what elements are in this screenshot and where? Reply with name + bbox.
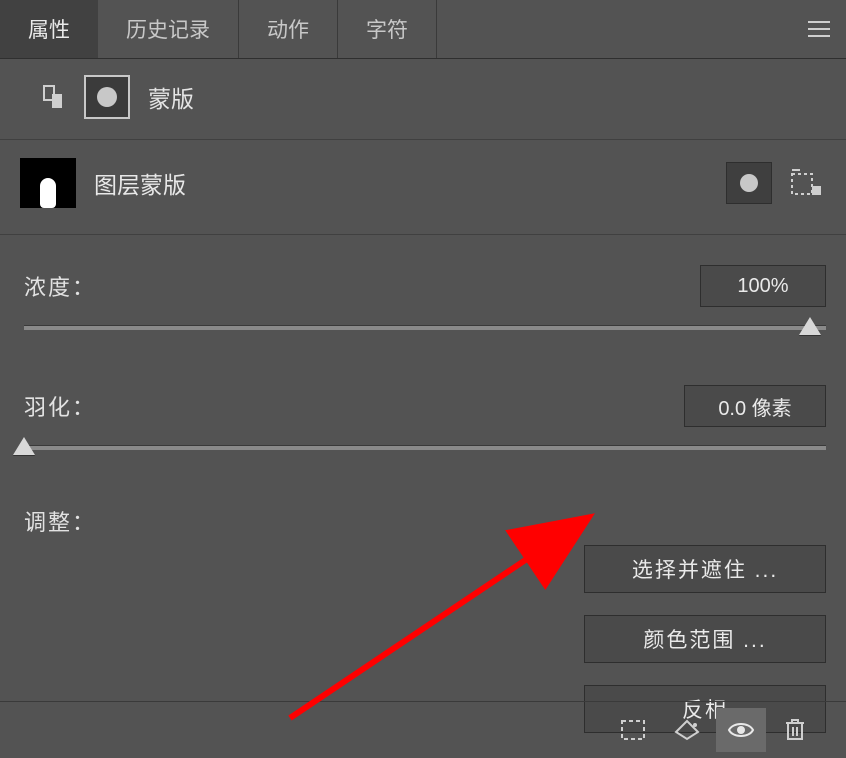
layer-mask-row: 图层蒙版 — [0, 140, 846, 235]
delete-mask-button[interactable] — [770, 708, 820, 752]
tab-actions[interactable]: 动作 — [239, 0, 338, 58]
feather-slider-thumb[interactable] — [13, 437, 35, 455]
mask-shape-icon — [40, 178, 56, 208]
feather-slider[interactable] — [24, 435, 826, 461]
density-value[interactable]: 100% — [700, 265, 826, 307]
vector-mask-icon — [790, 168, 822, 198]
mask-type-header: 蒙版 — [0, 59, 846, 140]
properties-panel: 属性 历史记录 动作 字符 蒙版 图层蒙版 — [0, 0, 846, 758]
toggle-mask-visibility-button[interactable] — [716, 708, 766, 752]
layer-mask-thumbnail[interactable] — [20, 158, 76, 208]
color-range-button[interactable]: 颜色范围 ... — [584, 615, 826, 663]
apply-mask-button[interactable] — [662, 708, 712, 752]
mask-dot-icon — [97, 87, 117, 107]
selection-icon — [621, 720, 645, 740]
tab-properties[interactable]: 属性 — [0, 0, 98, 58]
feather-row: 羽化： 0.0 像素 — [24, 385, 826, 427]
mask-thumb-toggle[interactable] — [84, 75, 130, 119]
tab-history[interactable]: 历史记录 — [98, 0, 239, 58]
trash-icon — [784, 718, 806, 742]
panel-bottom-bar — [0, 701, 846, 758]
refine-label: 调整： — [24, 505, 826, 537]
menu-icon — [807, 20, 831, 38]
pixel-mask-dot-icon — [740, 174, 758, 192]
pixel-mask-icon — [41, 84, 67, 110]
mask-switch-icon[interactable] — [40, 83, 68, 111]
layer-mask-name: 图层蒙版 — [94, 166, 726, 200]
feather-value[interactable]: 0.0 像素 — [684, 385, 826, 427]
pixel-mask-button[interactable] — [726, 162, 772, 204]
density-slider-thumb[interactable] — [799, 317, 821, 335]
apply-icon — [673, 718, 701, 742]
mask-type-title: 蒙版 — [148, 80, 194, 114]
load-selection-button[interactable] — [608, 708, 658, 752]
vector-mask-button[interactable] — [786, 163, 826, 203]
feather-track — [24, 445, 826, 450]
panel-menu-button[interactable] — [792, 0, 846, 58]
mask-controls: 浓度： 100% 羽化： 0.0 像素 调整： 选择并遮住 ... 颜色范围 .… — [0, 235, 846, 733]
eye-icon — [727, 720, 755, 740]
density-label: 浓度： — [24, 270, 700, 302]
select-and-mask-button[interactable]: 选择并遮住 ... — [584, 545, 826, 593]
density-track — [24, 325, 826, 330]
density-row: 浓度： 100% — [24, 265, 826, 307]
panel-tabbar: 属性 历史记录 动作 字符 — [0, 0, 846, 59]
density-slider[interactable] — [24, 315, 826, 341]
tab-character[interactable]: 字符 — [338, 0, 437, 58]
feather-label: 羽化： — [24, 390, 684, 422]
